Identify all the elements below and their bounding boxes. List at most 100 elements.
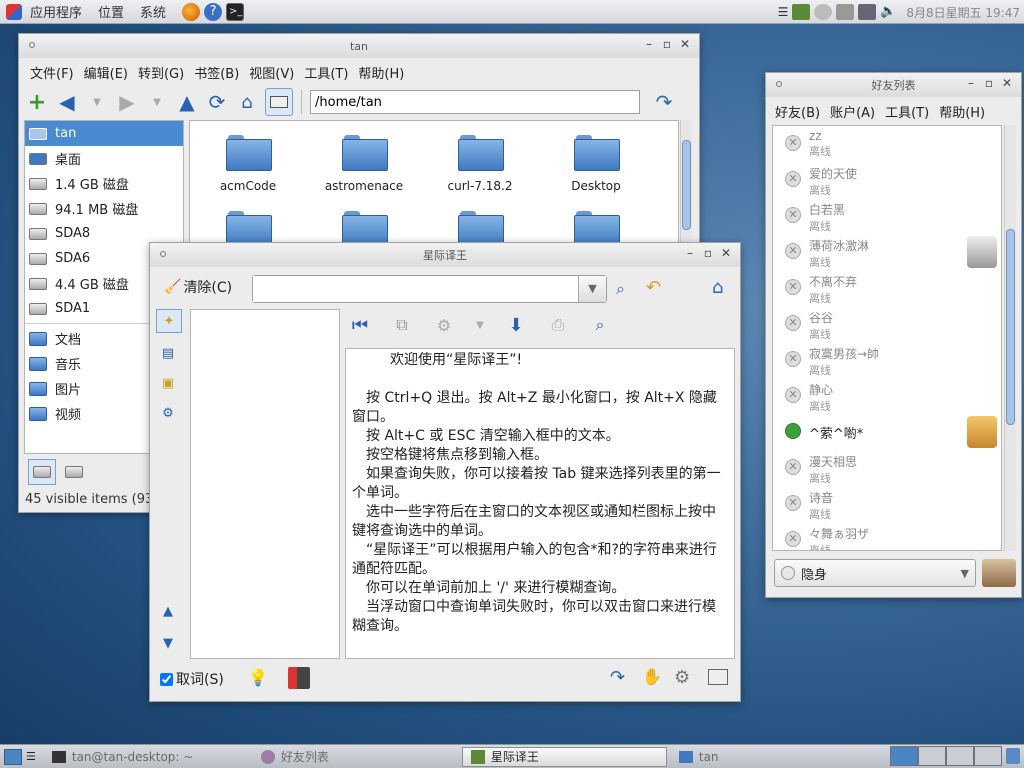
presence-selector[interactable]: 隐身 ▼ xyxy=(774,559,976,587)
plugin-icon[interactable]: ⚙ xyxy=(156,401,180,425)
taskbar-file-manager[interactable]: tan xyxy=(671,747,876,767)
home-icon[interactable]: ⌂ xyxy=(235,90,259,114)
definition-view[interactable]: 欢迎使用“星际译王”! 按 Ctrl+Q 退出。按 Alt+Z 最小化窗口，按 … xyxy=(345,348,735,659)
computer-icon[interactable] xyxy=(265,88,293,116)
folder-item[interactable] xyxy=(538,211,654,247)
taskbar-terminal[interactable]: tan@tan-desktop: ~ xyxy=(44,747,249,767)
network-icon[interactable] xyxy=(858,4,877,20)
folder-item[interactable]: acmCode xyxy=(190,135,306,193)
menu-help[interactable]: 帮助(H) xyxy=(358,63,404,82)
folder-item[interactable]: curl-7.18.2 xyxy=(422,135,538,193)
home-icon[interactable]: ⌂ xyxy=(712,277,723,298)
redo-icon[interactable]: ↷ xyxy=(610,667,625,688)
buddy-list-scrollbar[interactable] xyxy=(1004,125,1016,551)
menu-go[interactable]: 转到(G) xyxy=(138,63,184,82)
maximize-button[interactable]: ▫ xyxy=(700,246,716,260)
folder-item[interactable] xyxy=(190,211,306,247)
dict-settings-icon[interactable]: ⚙ xyxy=(432,313,456,337)
back-dropdown-icon[interactable]: ▼ xyxy=(85,90,109,114)
folder-item[interactable] xyxy=(422,211,538,247)
fuzzy-query-icon[interactable]: ✦ xyxy=(156,309,182,333)
help-icon[interactable]: ? xyxy=(204,2,223,21)
close-button[interactable]: ✕ xyxy=(999,76,1015,90)
buddy-item[interactable]: ✕ 漫天相思 离线 xyxy=(773,450,1001,486)
window-menu-icon[interactable] xyxy=(160,251,166,257)
places-menu[interactable]: 位置 xyxy=(98,2,124,21)
menu-help[interactable]: 帮助(H) xyxy=(939,102,985,121)
new-tab-icon[interactable]: + xyxy=(25,90,49,115)
menu-tools[interactable]: 工具(T) xyxy=(304,63,348,82)
copy-icon[interactable]: ⧉ xyxy=(390,313,414,337)
translate-icon[interactable]: ▣ xyxy=(156,371,180,395)
search-combo[interactable]: ▼ xyxy=(252,275,607,303)
folder-item[interactable] xyxy=(306,211,422,247)
buddy-list-titlebar[interactable]: 好友列表 – ▫ ✕ xyxy=(766,73,1021,97)
go-icon[interactable]: ↷ xyxy=(652,90,676,114)
place-desktop[interactable]: 桌面 xyxy=(25,146,183,171)
buddy-item[interactable]: ✕ 寂寞男孩→帥 离线 xyxy=(773,342,1001,378)
forward-icon[interactable]: ▶ xyxy=(115,90,139,114)
my-avatar[interactable] xyxy=(982,559,1016,587)
buddy-item[interactable]: ✕ 薄荷冰激淋 离线 xyxy=(773,234,1001,270)
buddy-item[interactable]: ^萦^喲* xyxy=(773,414,1001,450)
folder-item[interactable]: astromenace xyxy=(306,135,422,193)
system-menu[interactable]: 系统 xyxy=(140,2,166,21)
menu-bookmarks[interactable]: 书签(B) xyxy=(194,63,239,82)
trash-icon[interactable] xyxy=(1006,748,1020,764)
menu-view[interactable]: 视图(V) xyxy=(249,63,294,82)
buddy-item[interactable]: ✕ 静心 离线 xyxy=(773,378,1001,414)
tray-menu-icon[interactable]: ☰ xyxy=(778,5,789,19)
taskbar-buddy-list[interactable]: 好友列表 xyxy=(253,747,458,767)
place-disk-1[interactable]: 1.4 GB 磁盘 xyxy=(25,171,183,196)
close-button[interactable]: ✕ xyxy=(677,37,693,51)
up-icon[interactable]: ▲ xyxy=(175,90,199,114)
forward-dropdown-icon[interactable]: ▼ xyxy=(145,90,169,114)
buddy-item[interactable]: ✕ zz 离线 xyxy=(773,126,1001,162)
buddy-item[interactable]: ✕ 诗音 离线 xyxy=(773,486,1001,522)
buddy-item[interactable]: ✕ 々舞ぁ羽ザ 离线 xyxy=(773,522,1001,550)
quit-icon[interactable] xyxy=(288,667,310,689)
dict-manage-icon[interactable] xyxy=(708,669,728,685)
workspace-4[interactable] xyxy=(974,746,1002,766)
workspace-3[interactable] xyxy=(946,746,974,766)
clear-button[interactable]: 🧹 清除(C) xyxy=(164,277,232,297)
search-icon[interactable]: ⌕ xyxy=(616,279,625,299)
buddy-item[interactable]: ✕ 爱的天使 离线 xyxy=(773,162,1001,198)
word-list[interactable] xyxy=(190,309,340,659)
stardict-tray-icon[interactable] xyxy=(792,4,811,20)
up-arrow-icon[interactable]: ▲ xyxy=(156,599,180,623)
list-view-icon[interactable] xyxy=(62,460,86,484)
reload-icon[interactable]: ⟳ xyxy=(205,90,229,114)
search-input[interactable] xyxy=(253,276,578,302)
window-menu-icon[interactable] xyxy=(776,81,782,87)
scroll-thumb[interactable] xyxy=(682,140,691,230)
window-list-menu-icon[interactable]: ☰ xyxy=(26,750,36,763)
place-disk-2[interactable]: 94.1 MB 磁盘 xyxy=(25,196,183,221)
back-icon[interactable]: ◀ xyxy=(55,90,79,114)
firefox-icon[interactable] xyxy=(182,2,201,21)
buddy-item[interactable]: ✕ 白若黑 离线 xyxy=(773,198,1001,234)
location-field[interactable] xyxy=(310,90,640,114)
folder-item[interactable]: Desktop xyxy=(538,135,654,193)
keyboard-icon[interactable] xyxy=(836,4,855,20)
save-icon[interactable]: ⬇ xyxy=(504,313,528,337)
buddy-item[interactable]: ✕ 谷谷 离线 xyxy=(773,306,1001,342)
dictionary-icon[interactable]: ▤ xyxy=(156,341,180,365)
drive-view-icon[interactable] xyxy=(28,459,56,485)
scroll-thumb[interactable] xyxy=(1006,229,1015,425)
place-tan[interactable]: tan xyxy=(25,121,183,146)
down-arrow-icon[interactable]: ▼ xyxy=(156,631,180,655)
maximize-button[interactable]: ▫ xyxy=(659,37,675,51)
menu-edit[interactable]: 编辑(E) xyxy=(84,63,128,82)
show-desktop-icon[interactable] xyxy=(4,748,22,765)
close-button[interactable]: ✕ xyxy=(718,246,734,260)
pidgin-tray-icon[interactable] xyxy=(814,4,833,20)
search-dropdown-button[interactable]: ▼ xyxy=(578,276,606,302)
volume-icon[interactable]: 🔈 xyxy=(880,4,898,20)
dropdown-icon[interactable]: ▼ xyxy=(474,313,486,337)
menu-tools[interactable]: 工具(T) xyxy=(885,102,929,121)
minimize-button[interactable]: – xyxy=(963,76,979,90)
applications-menu[interactable]: 应用程序 xyxy=(30,2,82,21)
find-icon[interactable]: ⌕ xyxy=(588,313,612,337)
stardict-titlebar[interactable]: 星际译王 – ▫ ✕ xyxy=(150,243,740,267)
